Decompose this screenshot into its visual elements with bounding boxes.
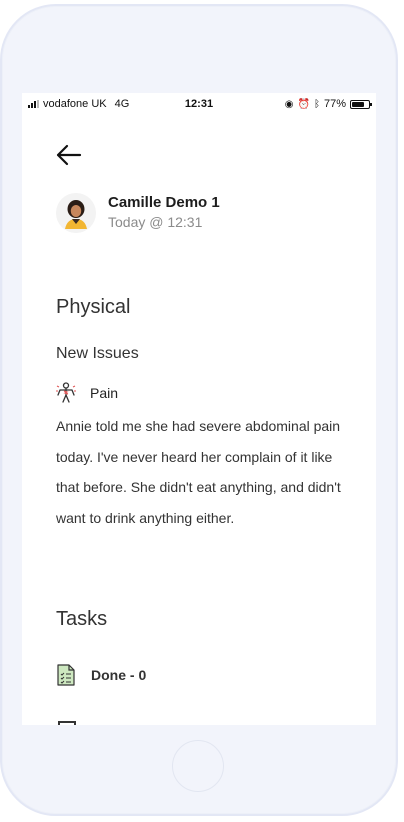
bluetooth-icon: ᛒ	[313, 98, 320, 110]
issue-note: Annie told me she had severe abdominal p…	[56, 418, 341, 526]
section-title-physical: Physical	[56, 296, 131, 318]
alarm-icon: ⏰	[297, 98, 310, 110]
issue-pain: Pain	[56, 382, 118, 404]
battery-icon	[350, 99, 372, 109]
body-pain-icon	[56, 382, 76, 403]
battery-percent: 77%	[323, 98, 346, 110]
back-button[interactable]	[54, 143, 82, 167]
subsection-title-new-issues: New Issues	[56, 345, 139, 362]
post-timestamp: Today @ 12:31	[108, 214, 203, 230]
issue-label: Pain	[90, 385, 119, 401]
partial-icon	[58, 721, 76, 725]
arrow-left-icon	[56, 144, 82, 166]
checklist-document-icon	[57, 664, 75, 686]
tasks-done-label: Done - 0	[91, 667, 147, 683]
screen: vodafone UK 4G 12:31 ◉ ⏰ ᛒ 77% Camille D…	[22, 93, 376, 725]
section-title-tasks: Tasks	[56, 608, 108, 630]
location-icon: ◉	[284, 98, 294, 110]
status-right: ◉ ⏰ ᛒ 77%	[284, 98, 372, 110]
home-button[interactable]	[172, 740, 224, 792]
avatar	[56, 193, 96, 233]
avatar-illustration	[56, 193, 96, 233]
author-name: Camille Demo 1	[108, 194, 220, 211]
status-bar: vodafone UK 4G 12:31 ◉ ⏰ ᛒ 77%	[22, 93, 376, 115]
tasks-done-item[interactable]: Done - 0	[56, 664, 146, 686]
